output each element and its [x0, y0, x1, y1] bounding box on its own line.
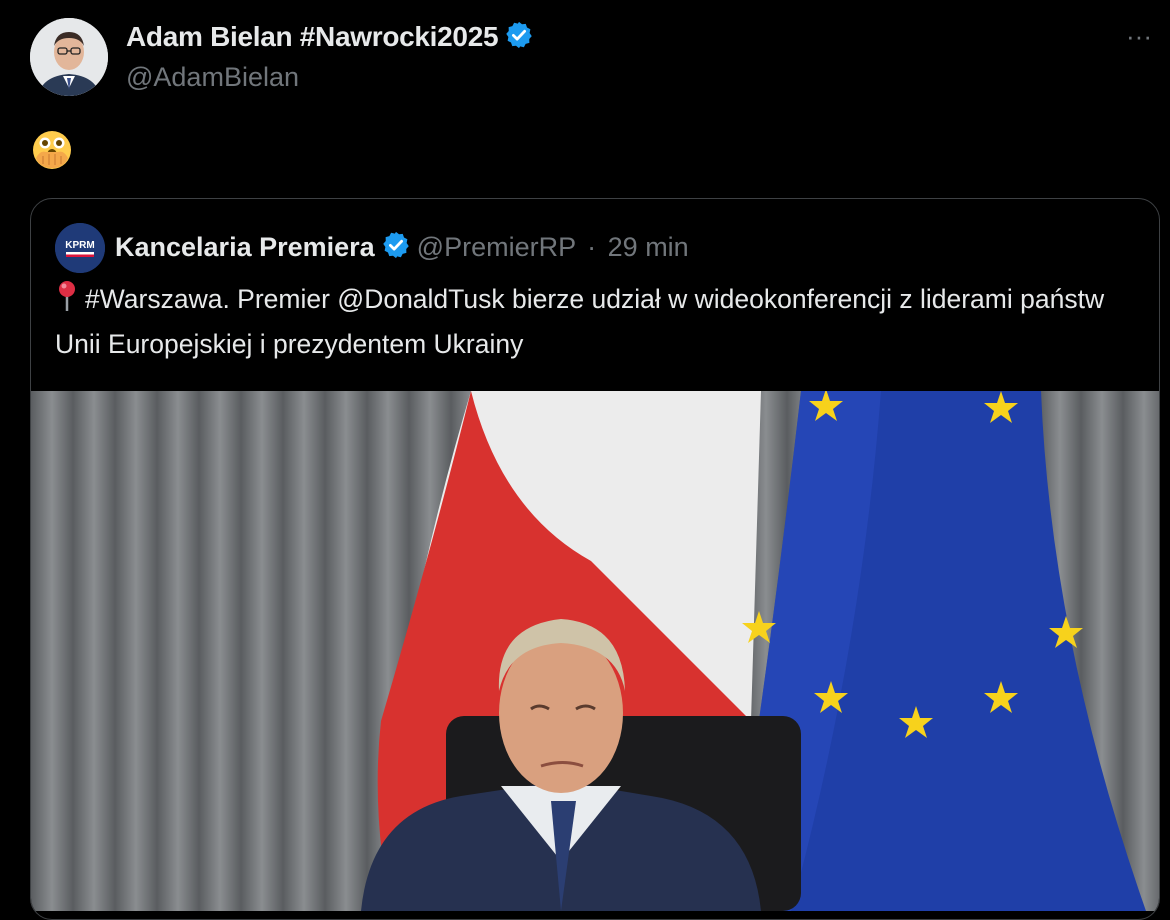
quoted-header: Kancelaria Premiera @PremierRP · 29 min	[115, 230, 689, 267]
face-with-hand-over-mouth-emoji-icon	[30, 128, 74, 172]
quoted-text-body: #Warszawa. Premier @DonaldTusk bierze ud…	[55, 284, 1105, 359]
kprm-avatar[interactable]: KPRM	[55, 223, 105, 273]
kprm-avatar-text: KPRM	[65, 240, 94, 251]
quoted-tweet-text: #Warszawa. Premier @DonaldTusk bierze ud…	[55, 279, 1145, 365]
quoted-timestamp[interactable]: 29 min	[608, 232, 689, 262]
quoted-verified-badge-icon[interactable]	[381, 230, 411, 267]
quoted-author-name[interactable]: Kancelaria Premiera	[115, 232, 375, 262]
more-options-button[interactable]: ···	[1122, 22, 1156, 56]
verified-badge-icon[interactable]	[504, 20, 534, 57]
quoted-separator: ·	[587, 232, 597, 262]
quoted-tweet-card[interactable]: KPRM Kancelaria Premiera @PremierRP · 29…	[30, 198, 1160, 920]
author-handle[interactable]: @AdamBielan	[126, 62, 299, 93]
round-pushpin-icon	[55, 280, 79, 324]
author-avatar[interactable]	[30, 18, 108, 96]
quoted-author-handle[interactable]: @PremierRP	[417, 232, 576, 262]
quoted-tweet-photo[interactable]	[31, 391, 1159, 911]
author-name-text[interactable]: Adam Bielan #Nawrocki2025	[126, 21, 499, 52]
author-name[interactable]: Adam Bielan #Nawrocki2025	[126, 20, 534, 57]
